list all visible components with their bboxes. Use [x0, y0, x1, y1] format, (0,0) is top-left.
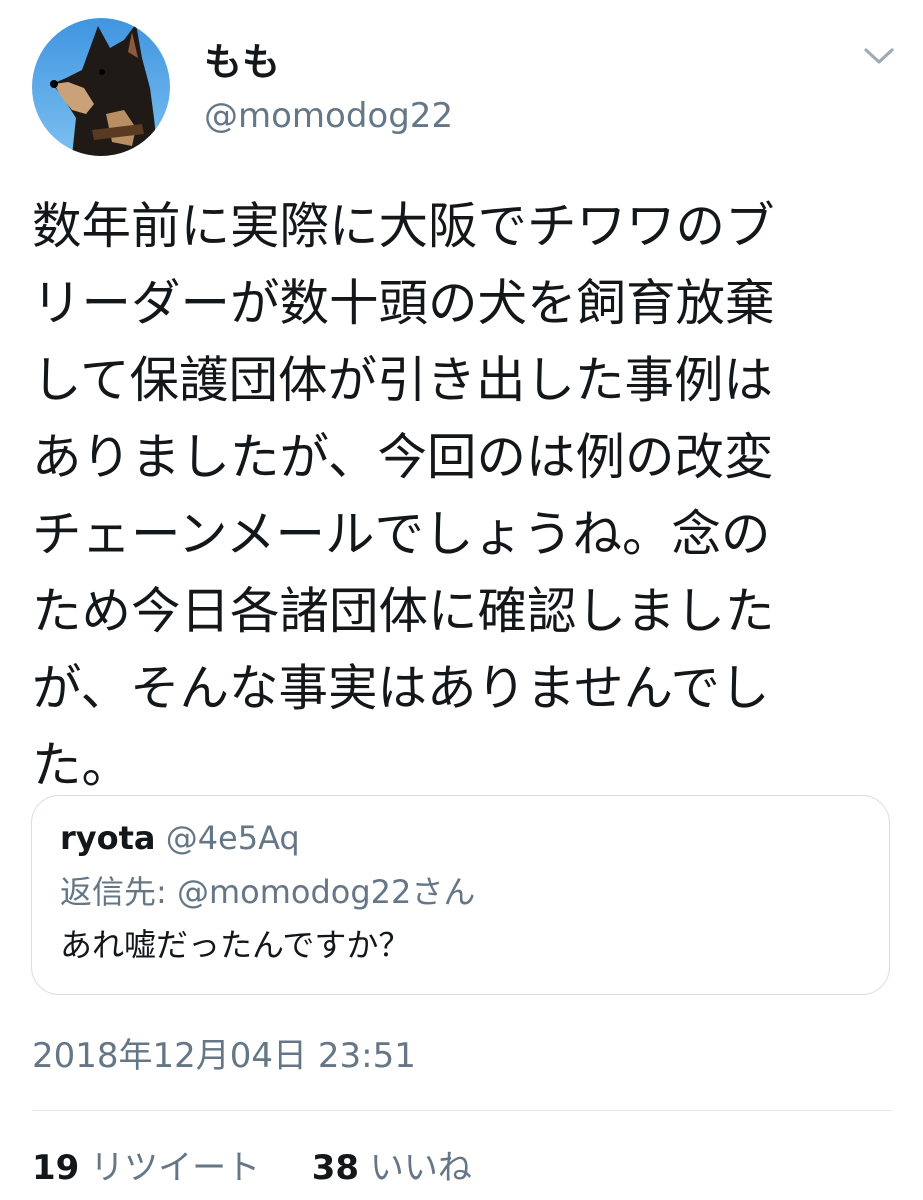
retweets-count: 19: [32, 1148, 80, 1188]
tweet-text: 数年前に実際に大阪でチワワのブ リーダーが数十頭の犬を飼育放棄 して保護団体が引…: [32, 188, 902, 804]
tweet-timestamp[interactable]: 2018年12月04日 23:51: [32, 1036, 416, 1076]
quoted-tweet-card[interactable]: ryota @4e5Aq 返信先: @momodog22さん あれ嘘だったんです…: [31, 795, 890, 995]
reply-to-label: 返信先: @momodog22さん: [60, 873, 476, 911]
retweets-label: リツイート: [90, 1148, 261, 1188]
dog-avatar-image: [32, 18, 170, 156]
likes-count: 38: [311, 1148, 360, 1188]
tweet-text-line: ありましたが、今回のは例の改変: [32, 428, 774, 486]
tweet-text-line: 数年前に実際に大阪でチワワのブ: [32, 197, 775, 255]
tweet-text-line: チェーンメールでしょうね。念の: [32, 505, 771, 563]
divider: [32, 1110, 892, 1111]
chevron-down-icon[interactable]: [862, 40, 896, 70]
quoted-author-name: ryota: [60, 819, 156, 857]
user-handle[interactable]: @momodog22: [204, 96, 453, 136]
retweets-stat[interactable]: 19 リツイート: [32, 1148, 271, 1188]
quoted-tweet-text: あれ嘘だったんですか？: [60, 926, 411, 964]
quoted-tweet-header: ryota @4e5Aq: [60, 818, 300, 858]
likes-label: いいね: [369, 1148, 472, 1188]
tweet-text-line: た。: [32, 736, 131, 794]
tweet-text-line: ため今日各諸団体に確認しました: [32, 582, 775, 640]
quoted-author-handle: @4e5Aq: [165, 819, 300, 857]
tweet-text-line: が、そんな事実はありませんでし: [32, 659, 770, 717]
tweet-stats: 19 リツイート 38 いいね: [32, 1146, 472, 1190]
display-name[interactable]: もも: [204, 40, 280, 84]
avatar[interactable]: [32, 18, 170, 156]
tweet-text-line: リーダーが数十頭の犬を飼育放棄: [32, 274, 775, 332]
likes-stat[interactable]: 38 いいね: [301, 1148, 472, 1188]
tweet-text-line: して保護団体が引き出した事例は: [32, 351, 774, 409]
